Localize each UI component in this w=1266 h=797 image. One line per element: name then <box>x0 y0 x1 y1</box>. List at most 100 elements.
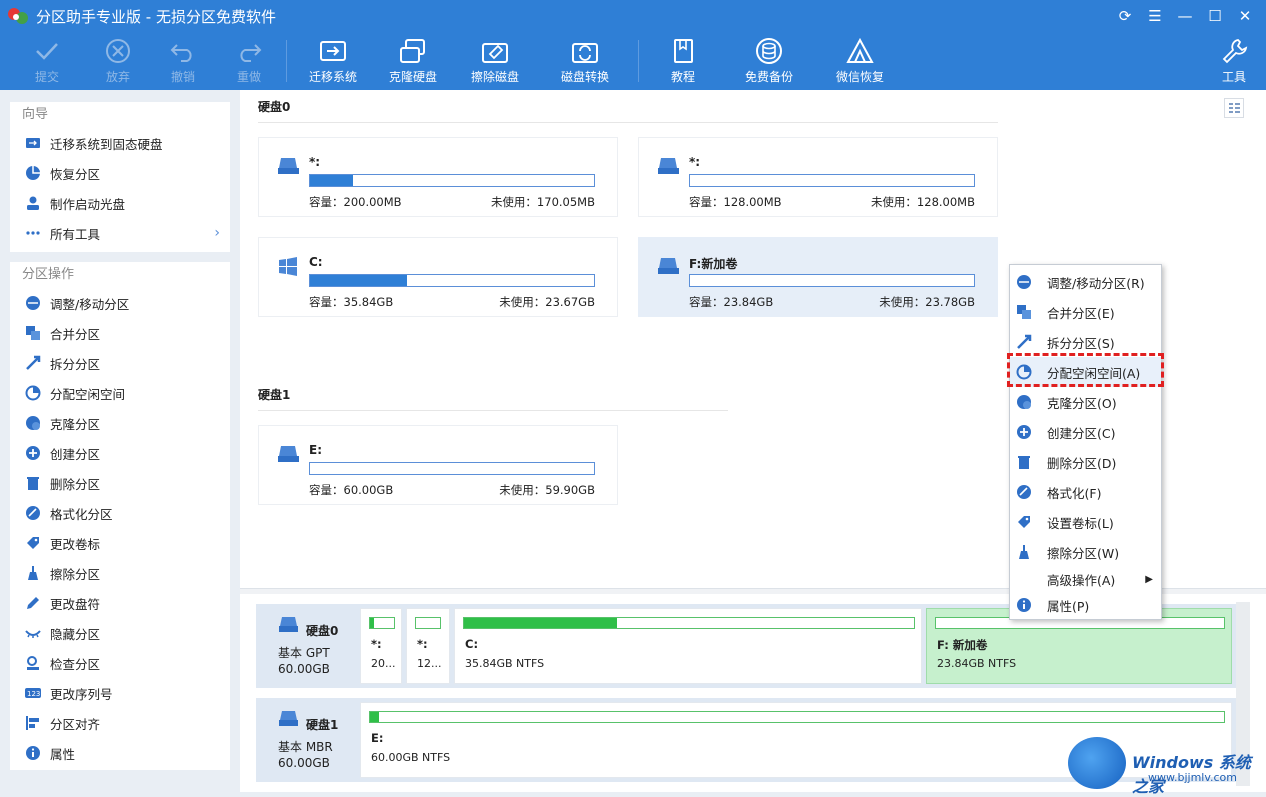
sidebar-item-migrate-ssd[interactable]: 迁移系统到固态硬盘 <box>10 128 230 158</box>
migrate-disk-icon <box>298 36 368 66</box>
sidebar-item-allocate-free-space[interactable]: 分配空闲空间 <box>10 378 230 408</box>
maximize-button[interactable]: ☐ <box>1200 7 1230 25</box>
sidebar-item-all-tools[interactable]: 所有工具 › <box>10 218 230 248</box>
merge-icon <box>24 324 42 342</box>
sidebar-item-split[interactable]: 拆分分区 <box>10 348 230 378</box>
trash-icon <box>1014 452 1034 472</box>
migrate-os-button[interactable]: 迁移系统 <box>298 36 368 88</box>
commit-button[interactable]: 提交 <box>12 36 82 88</box>
discard-button[interactable]: 放弃 <box>83 36 153 88</box>
partition-card[interactable]: *: 容量：128.00MB 未使用：128.00MB <box>638 137 998 217</box>
view-toggle-icon[interactable] <box>1224 98 1244 118</box>
more-dots-icon <box>24 224 42 242</box>
sidebar-item-change-label[interactable]: 更改卷标 <box>10 528 230 558</box>
info-icon <box>24 744 42 762</box>
close-button[interactable]: ✕ <box>1230 7 1260 25</box>
menu-item-resize-move[interactable]: 调整/移动分区(R) <box>1010 267 1161 297</box>
sidebar-item-make-bootable-disc[interactable]: 制作启动光盘 <box>10 188 230 218</box>
usage-fill <box>310 275 407 286</box>
menu-item-properties[interactable]: 属性(P) <box>1010 590 1161 620</box>
create-icon <box>24 444 42 462</box>
app-logo-icon <box>8 6 28 26</box>
partition-card[interactable]: E: 容量：60.00GB 未使用：59.90GB <box>258 425 618 505</box>
partition-card[interactable]: C: 容量：35.84GB 未使用：23.67GB <box>258 237 618 317</box>
map-partition[interactable]: *: 12... <box>406 608 450 684</box>
broom-icon <box>24 564 42 582</box>
menu-item-set-label[interactable]: 设置卷标(L) <box>1010 507 1161 537</box>
sidebar-item-resize-move[interactable]: 调整/移动分区 <box>10 288 230 318</box>
pencil-icon <box>24 594 42 612</box>
map-partition[interactable]: *: 20... <box>360 608 402 684</box>
create-icon <box>1014 422 1034 442</box>
refresh-icon[interactable]: ⟳ <box>1110 7 1140 25</box>
split-icon <box>1014 332 1034 352</box>
watermark: Windows 系统之家 www.bjjmlv.com <box>1064 735 1266 796</box>
align-icon <box>24 714 42 732</box>
annotation-highlight-box <box>1007 353 1164 387</box>
sidebar-item-align[interactable]: 分区对齐 <box>10 708 230 738</box>
pie-icon <box>24 384 42 402</box>
sidebar-item-recover-partition[interactable]: 恢复分区 <box>10 158 230 188</box>
merge-icon <box>1014 302 1034 322</box>
sidebar-item-wipe[interactable]: 擦除分区 <box>10 558 230 588</box>
undo-icon <box>148 36 218 66</box>
wipe-disk-button[interactable]: 擦除磁盘 <box>460 36 530 88</box>
check-icon <box>12 36 82 66</box>
usage-bar <box>689 174 975 187</box>
disk0-heading: 硬盘0 <box>258 100 291 114</box>
sidebar-item-change-serial[interactable]: 123 更改序列号 <box>10 678 230 708</box>
sidebar-item-merge[interactable]: 合并分区 <box>10 318 230 348</box>
partition-card-selected[interactable]: F:新加卷 容量：23.84GB 未使用：23.78GB <box>638 237 998 317</box>
wipe-disk-icon <box>460 36 530 66</box>
menu-item-format[interactable]: 格式化(F) <box>1010 477 1161 507</box>
sidebar-item-create[interactable]: 创建分区 <box>10 438 230 468</box>
recover-partition-icon <box>24 164 42 182</box>
free-backup-button[interactable]: 免费备份 <box>734 36 804 88</box>
redo-button[interactable]: 重做 <box>214 36 284 88</box>
disk1-heading: 硬盘1 <box>258 388 291 402</box>
menu-item-clone[interactable]: 克隆分区(O) <box>1010 387 1161 417</box>
migrate-ssd-icon <box>24 134 42 152</box>
tag-icon <box>1014 512 1034 532</box>
sidebar-item-check[interactable]: 检查分区 <box>10 648 230 678</box>
backup-database-icon <box>734 36 804 66</box>
svg-text:123: 123 <box>27 690 40 698</box>
usage-bar <box>689 274 975 287</box>
sidebar-item-format[interactable]: 格式化分区 <box>10 498 230 528</box>
menu-icon[interactable]: ☰ <box>1140 7 1170 25</box>
user-disc-icon <box>24 194 42 212</box>
sidebar-item-properties[interactable]: 属性 <box>10 738 230 768</box>
tools-button[interactable]: 工具 <box>1199 36 1266 88</box>
minimize-button[interactable]: — <box>1170 7 1200 25</box>
undo-button[interactable]: 撤销 <box>148 36 218 88</box>
menu-item-create[interactable]: 创建分区(C) <box>1010 417 1161 447</box>
map-partition[interactable]: C: 35.84GB NTFS <box>454 608 922 684</box>
partition-card[interactable]: *: 容量：200.00MB 未使用：170.05MB <box>258 137 618 217</box>
convert-disk-button[interactable]: 磁盘转换 <box>550 36 620 88</box>
hidden-eye-icon <box>24 624 42 642</box>
menu-item-merge[interactable]: 合并分区(E) <box>1010 297 1161 327</box>
title-bar: 分区助手专业版 - 无损分区免费软件 ⟳ ☰ — ☐ ✕ <box>0 0 1266 32</box>
sidebar-item-hide[interactable]: 隐藏分区 <box>10 618 230 648</box>
format-icon <box>24 504 42 522</box>
broom-icon <box>1014 542 1034 562</box>
sidebar-item-clone[interactable]: 克隆分区 <box>10 408 230 438</box>
sidebar: 向导 迁移系统到固态硬盘 恢复分区 制作启动光盘 所有工具 › 分区操作 调整/… <box>0 90 240 792</box>
clone-disk-button[interactable]: 克隆硬盘 <box>378 36 448 88</box>
menu-item-delete[interactable]: 删除分区(D) <box>1010 447 1161 477</box>
sidebar-item-change-drive-letter[interactable]: 更改盘符 <box>10 588 230 618</box>
windows-logo-icon <box>1068 737 1126 789</box>
convert-disk-icon <box>550 36 620 66</box>
drive-icon <box>277 444 301 466</box>
clone-disk-icon <box>378 36 448 66</box>
menu-item-wipe[interactable]: 擦除分区(W) <box>1010 537 1161 567</box>
usage-bar <box>309 174 595 187</box>
clone-icon <box>1014 392 1034 412</box>
split-icon <box>24 354 42 372</box>
ops-title: 分区操作 <box>22 267 75 282</box>
sidebar-item-delete[interactable]: 删除分区 <box>10 468 230 498</box>
wechat-recovery-button[interactable]: 微信恢复 <box>825 36 895 88</box>
disk0-info: 硬盘0 基本 GPT 60.00GB <box>256 604 358 688</box>
drive-icon <box>278 616 300 634</box>
tutorial-button[interactable]: 教程 <box>648 36 718 88</box>
